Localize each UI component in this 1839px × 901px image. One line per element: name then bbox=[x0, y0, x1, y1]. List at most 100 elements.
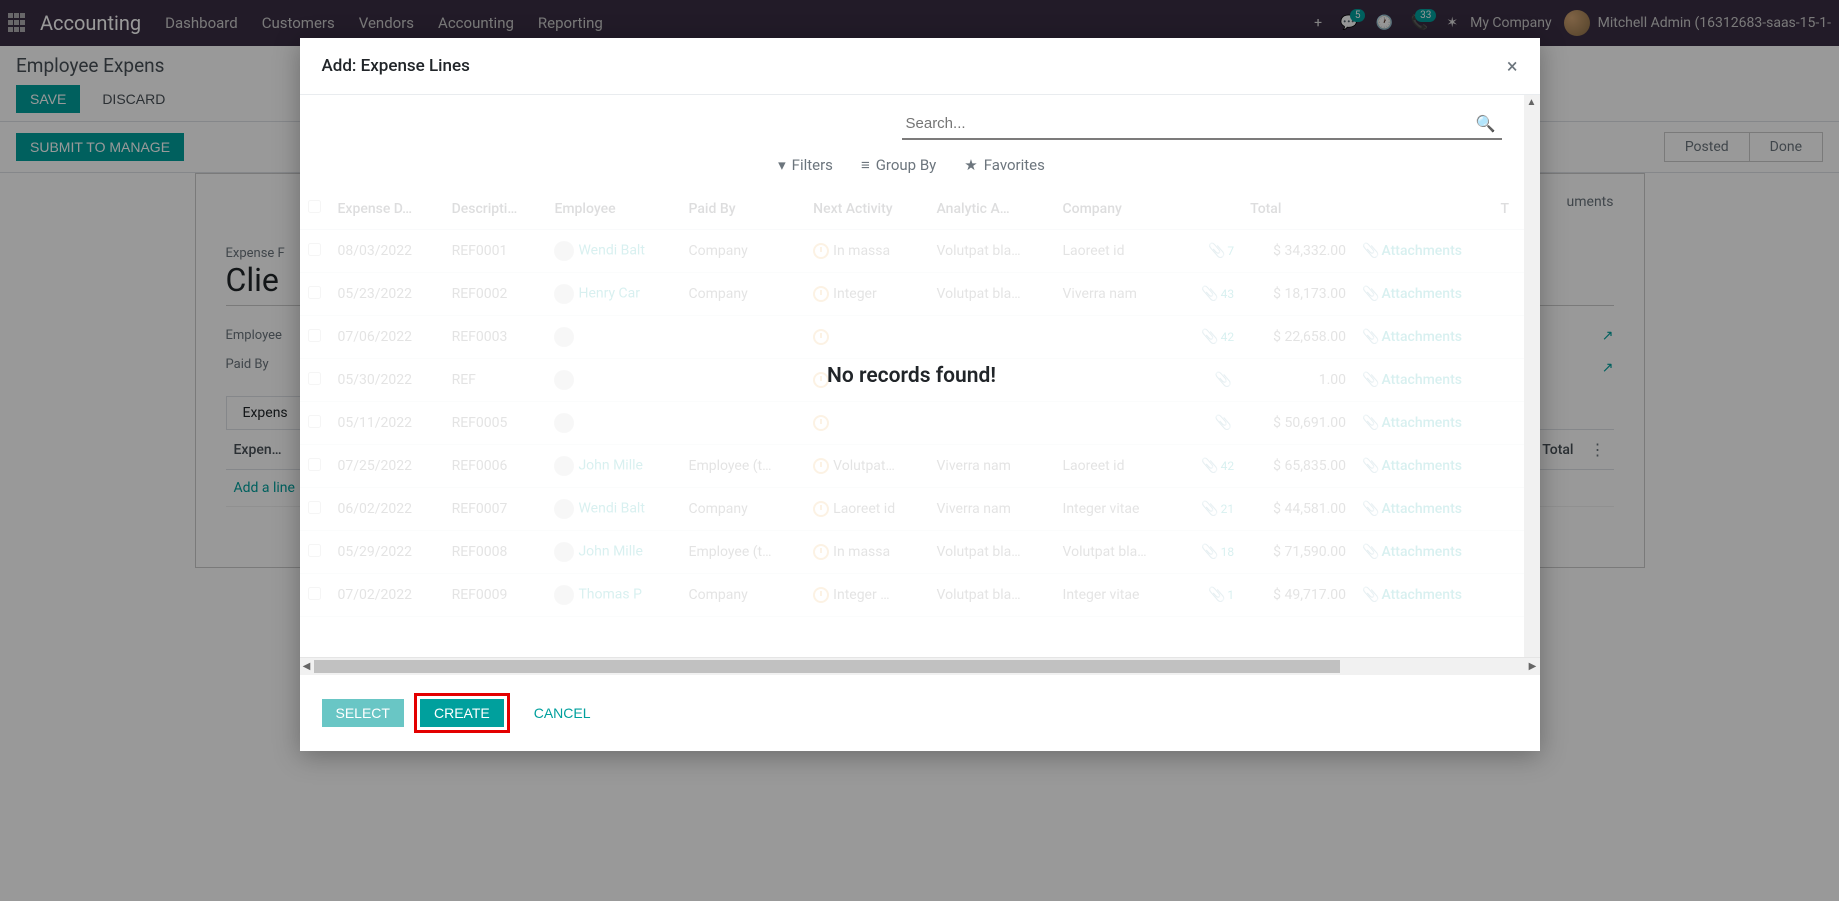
cell-employee: John Mille bbox=[546, 531, 680, 574]
cell-count: 📎 bbox=[1181, 402, 1243, 445]
cell-attachments[interactable]: 📎Attachments bbox=[1354, 445, 1493, 488]
search-input[interactable] bbox=[902, 109, 1470, 138]
no-records-message: No records found! bbox=[827, 364, 996, 388]
clock-icon bbox=[813, 458, 829, 474]
row-checkbox[interactable] bbox=[308, 286, 321, 299]
col-description[interactable]: Descripti… bbox=[444, 188, 547, 230]
cell-employee: Thomas P bbox=[546, 574, 680, 617]
cell-ref: REF0002 bbox=[444, 273, 547, 316]
paperclip-icon: 📎 bbox=[1201, 286, 1218, 302]
col-paidby[interactable]: Paid By bbox=[681, 188, 806, 230]
col-date[interactable]: Expense D… bbox=[330, 188, 444, 230]
groupby-button[interactable]: ≡ Group By bbox=[861, 156, 936, 174]
scrollbar-thumb[interactable] bbox=[314, 660, 1340, 673]
cell-analytic bbox=[929, 316, 1055, 359]
cell-employee bbox=[546, 402, 680, 445]
col-t[interactable]: T bbox=[1493, 188, 1524, 230]
col-clip bbox=[1181, 188, 1243, 230]
row-checkbox[interactable] bbox=[308, 372, 321, 385]
row-checkbox[interactable] bbox=[308, 329, 321, 342]
table-row[interactable]: 07/02/2022REF0009Thomas PCompanyInteger … bbox=[300, 574, 1524, 617]
paperclip-icon: 📎 bbox=[1362, 458, 1379, 474]
avatar-icon bbox=[554, 542, 574, 562]
cell-attachments[interactable]: 📎Attachments bbox=[1354, 531, 1493, 574]
cell-attachments[interactable]: 📎Attachments bbox=[1354, 273, 1493, 316]
cell-attachments[interactable]: 📎Attachments bbox=[1354, 359, 1493, 402]
groupby-icon: ≡ bbox=[861, 156, 870, 174]
cell-company: Volutpat bla… bbox=[1055, 531, 1181, 574]
col-total[interactable]: Total bbox=[1242, 188, 1354, 230]
favorites-button[interactable]: ★ Favorites bbox=[964, 156, 1045, 174]
cell-ref: REF0007 bbox=[444, 488, 547, 531]
cell-activity: Volutpat… bbox=[805, 445, 928, 488]
table-row[interactable]: 08/03/2022REF0001Wendi BaltCompanyIn mas… bbox=[300, 230, 1524, 273]
scroll-right-icon[interactable]: ▶ bbox=[1526, 658, 1540, 675]
expense-lines-table: Expense D… Descripti… Employee Paid By N… bbox=[300, 188, 1524, 617]
cell-employee: Wendi Balt bbox=[546, 488, 680, 531]
cancel-button[interactable]: Cancel bbox=[520, 699, 605, 727]
horizontal-scrollbar[interactable]: ◀ ▶ bbox=[300, 657, 1540, 675]
cell-total: 1.00 bbox=[1242, 359, 1354, 402]
scroll-up-icon[interactable]: ▲ bbox=[1524, 95, 1540, 109]
cell-analytic: Volutpat bla… bbox=[929, 531, 1055, 574]
close-icon[interactable]: × bbox=[1507, 54, 1518, 78]
cell-attachments[interactable]: 📎Attachments bbox=[1354, 488, 1493, 531]
col-analytic[interactable]: Analytic A… bbox=[929, 188, 1055, 230]
select-button[interactable]: Select bbox=[322, 699, 404, 727]
cell-attachments[interactable]: 📎Attachments bbox=[1354, 230, 1493, 273]
col-attachments bbox=[1354, 188, 1493, 230]
clock-icon bbox=[813, 286, 829, 302]
vertical-scrollbar[interactable]: ▲ ▼ bbox=[1524, 95, 1540, 675]
row-checkbox[interactable] bbox=[308, 415, 321, 428]
filters-button[interactable]: ▾ Filters bbox=[778, 156, 833, 174]
avatar-icon bbox=[554, 499, 574, 519]
col-employee[interactable]: Employee bbox=[546, 188, 680, 230]
search-icon[interactable]: 🔍 bbox=[1470, 114, 1502, 133]
cell-attachments[interactable]: 📎Attachments bbox=[1354, 574, 1493, 617]
cell-company bbox=[1055, 316, 1181, 359]
cell-end bbox=[1493, 402, 1524, 445]
cell-ref: REF0001 bbox=[444, 230, 547, 273]
cell-ref: REF0003 bbox=[444, 316, 547, 359]
table-row[interactable]: 05/11/2022REF0005📎$ 50,691.00📎Attachment… bbox=[300, 402, 1524, 445]
cell-total: $ 71,590.00 bbox=[1242, 531, 1354, 574]
col-activity[interactable]: Next Activity bbox=[805, 188, 928, 230]
table-row[interactable]: 05/29/2022REF0008John MilleEmployee (t…I… bbox=[300, 531, 1524, 574]
row-checkbox[interactable] bbox=[308, 458, 321, 471]
clock-icon bbox=[813, 329, 829, 345]
row-checkbox[interactable] bbox=[308, 544, 321, 557]
paperclip-icon: 📎 bbox=[1362, 372, 1379, 388]
search-box: 🔍 bbox=[902, 109, 1502, 140]
cell-attachments[interactable]: 📎Attachments bbox=[1354, 402, 1493, 445]
table-row[interactable]: 07/25/2022REF0006John MilleEmployee (t…V… bbox=[300, 445, 1524, 488]
row-checkbox[interactable] bbox=[308, 587, 321, 600]
cell-end bbox=[1493, 230, 1524, 273]
row-checkbox[interactable] bbox=[308, 501, 321, 514]
scroll-left-icon[interactable]: ◀ bbox=[300, 658, 314, 675]
table-row[interactable]: 07/06/2022REF0003📎42$ 22,658.00📎Attachme… bbox=[300, 316, 1524, 359]
paperclip-icon: 📎 bbox=[1362, 415, 1379, 431]
cell-total: $ 49,717.00 bbox=[1242, 574, 1354, 617]
paperclip-icon: 📎 bbox=[1201, 458, 1218, 474]
cell-analytic: Viverra nam bbox=[929, 445, 1055, 488]
cell-end bbox=[1493, 273, 1524, 316]
create-button[interactable]: Create bbox=[420, 699, 504, 727]
cell-attachments[interactable]: 📎Attachments bbox=[1354, 316, 1493, 359]
row-checkbox[interactable] bbox=[308, 243, 321, 256]
cell-end bbox=[1493, 574, 1524, 617]
table-row[interactable]: 06/02/2022REF0007Wendi BaltCompanyLaoree… bbox=[300, 488, 1524, 531]
cell-analytic: Volutpat bla… bbox=[929, 574, 1055, 617]
cell-date: 05/23/2022 bbox=[330, 273, 444, 316]
select-all-checkbox[interactable] bbox=[308, 200, 321, 213]
paperclip-icon: 📎 bbox=[1215, 415, 1232, 431]
col-company[interactable]: Company bbox=[1055, 188, 1181, 230]
paperclip-icon: 📎 bbox=[1208, 243, 1225, 259]
paperclip-icon: 📎 bbox=[1208, 587, 1225, 603]
cell-activity: In massa bbox=[805, 531, 928, 574]
cell-paidby: Company bbox=[681, 574, 806, 617]
table-row[interactable]: 05/23/2022REF0002Henry CarCompanyInteger… bbox=[300, 273, 1524, 316]
cell-date: 07/02/2022 bbox=[330, 574, 444, 617]
cell-employee bbox=[546, 359, 680, 402]
cell-paidby bbox=[681, 402, 806, 445]
cell-paidby: Company bbox=[681, 273, 806, 316]
